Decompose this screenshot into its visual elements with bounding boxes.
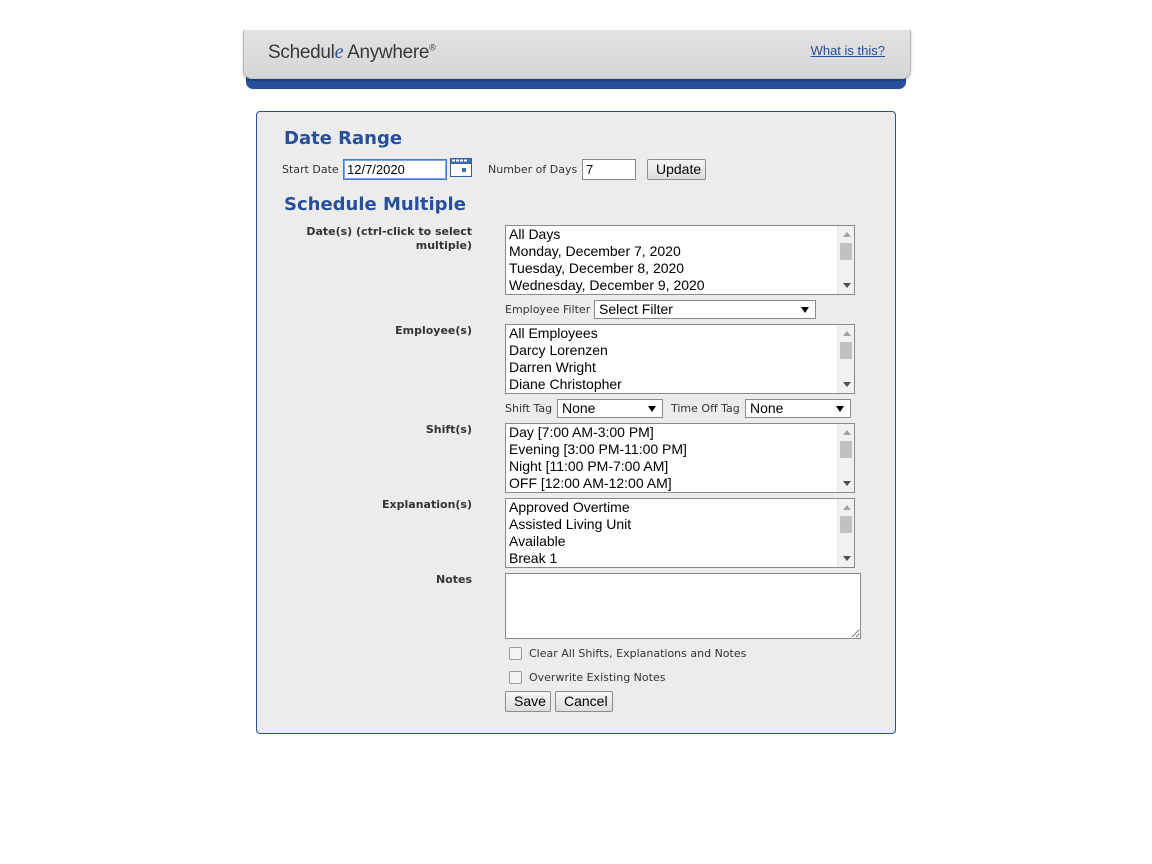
date-range-title: Date Range: [284, 128, 403, 149]
update-button[interactable]: Update: [647, 159, 706, 180]
shifts-option[interactable]: Night [11:00 PM-7:00 AM]: [506, 458, 854, 475]
logo-text-part1: Schedul: [268, 42, 335, 63]
employees-option[interactable]: Diane Christopher: [506, 376, 854, 393]
shift-tag-select[interactable]: None: [557, 399, 663, 418]
header-banner: Schedule Anywhere® What is this?: [243, 30, 911, 90]
chevron-down-icon: [801, 307, 809, 313]
calendar-icon[interactable]: [450, 158, 472, 177]
time-off-tag-select[interactable]: None: [745, 399, 851, 418]
time-off-tag-label: Time Off Tag: [671, 402, 740, 415]
employees-listbox[interactable]: All Employees Darcy Lorenzen Darren Wrig…: [505, 324, 855, 394]
save-button[interactable]: Save: [505, 691, 551, 712]
start-date-label: Start Date: [282, 163, 339, 176]
logo-text-e: e: [334, 41, 344, 63]
employee-filter-label: Employee Filter: [505, 303, 591, 316]
time-off-tag-value: None: [750, 400, 784, 416]
overwrite-notes-label: Overwrite Existing Notes: [529, 671, 666, 684]
shifts-listbox[interactable]: Day [7:00 AM-3:00 PM] Evening [3:00 PM-1…: [505, 423, 855, 493]
logo-registered-mark: ®: [429, 42, 436, 53]
cancel-button[interactable]: Cancel: [555, 691, 613, 712]
employee-filter-select[interactable]: Select Filter: [594, 300, 816, 319]
dates-option[interactable]: All Days: [506, 226, 854, 243]
clear-all-label: Clear All Shifts, Explanations and Notes: [529, 647, 747, 660]
schedule-anywhere-logo: Schedule Anywhere®: [268, 41, 436, 64]
scroll-down-arrow-icon[interactable]: [843, 481, 851, 486]
schedule-form-panel: Date Range Start Date Number of Days Upd…: [256, 111, 896, 734]
chevron-down-icon: [836, 406, 844, 412]
shift-tag-label: Shift Tag: [505, 402, 553, 415]
explanations-option[interactable]: Approved Overtime: [506, 499, 854, 516]
scroll-up-arrow-icon[interactable]: [843, 331, 851, 336]
employees-option[interactable]: Darcy Lorenzen: [506, 342, 854, 359]
dates-option[interactable]: Monday, December 7, 2020: [506, 243, 854, 260]
dates-option[interactable]: Wednesday, December 9, 2020: [506, 277, 854, 294]
scroll-down-arrow-icon[interactable]: [843, 283, 851, 288]
schedule-multiple-title: Schedule Multiple: [284, 194, 466, 215]
employees-option[interactable]: Darren Wright: [506, 359, 854, 376]
scrollbar-thumb[interactable]: [840, 441, 852, 458]
scroll-up-arrow-icon[interactable]: [843, 232, 851, 237]
dates-option[interactable]: Tuesday, December 8, 2020: [506, 260, 854, 277]
number-of-days-input[interactable]: [582, 159, 636, 180]
explanations-option[interactable]: Break 1: [506, 550, 854, 567]
shifts-option[interactable]: OFF [12:00 AM-12:00 AM]: [506, 475, 854, 492]
dates-listbox[interactable]: All Days Monday, December 7, 2020 Tuesda…: [505, 225, 855, 295]
employee-filter-value: Select Filter: [599, 301, 673, 317]
shifts-option[interactable]: Evening [3:00 PM-11:00 PM]: [506, 441, 854, 458]
dates-label: Date(s) (ctrl-click to select multiple): [306, 225, 472, 252]
what-is-this-link[interactable]: What is this?: [811, 43, 885, 58]
explanations-option[interactable]: Assisted Living Unit: [506, 516, 854, 533]
scroll-up-arrow-icon[interactable]: [843, 430, 851, 435]
clear-all-checkbox[interactable]: [509, 647, 522, 660]
shifts-scrollbar[interactable]: [837, 424, 854, 492]
scrollbar-thumb[interactable]: [840, 243, 852, 260]
explanations-scrollbar[interactable]: [837, 499, 854, 567]
employees-label: Employee(s): [395, 324, 472, 337]
scroll-down-arrow-icon[interactable]: [843, 556, 851, 561]
scrollbar-thumb[interactable]: [840, 342, 852, 359]
number-of-days-label: Number of Days: [488, 163, 578, 176]
employees-scrollbar[interactable]: [837, 325, 854, 393]
shifts-option[interactable]: Day [7:00 AM-3:00 PM]: [506, 424, 854, 441]
shifts-label: Shift(s): [425, 423, 472, 436]
chevron-down-icon: [648, 406, 656, 412]
shift-tag-value: None: [562, 400, 596, 416]
scroll-down-arrow-icon[interactable]: [843, 382, 851, 387]
explanations-listbox[interactable]: Approved Overtime Assisted Living Unit A…: [505, 498, 855, 568]
employees-option[interactable]: All Employees: [506, 325, 854, 342]
scrollbar-thumb[interactable]: [840, 516, 852, 533]
explanations-option[interactable]: Available: [506, 533, 854, 550]
explanations-label: Explanation(s): [382, 498, 472, 511]
notes-textarea[interactable]: [505, 573, 861, 639]
overwrite-notes-checkbox[interactable]: [509, 671, 522, 684]
start-date-input[interactable]: [343, 159, 447, 180]
banner-grey-bar: Schedule Anywhere® What is this?: [243, 30, 911, 79]
logo-text-part3: Anywhere: [343, 42, 430, 63]
dates-scrollbar[interactable]: [837, 226, 854, 294]
scroll-up-arrow-icon[interactable]: [843, 505, 851, 510]
notes-label: Notes: [435, 573, 472, 586]
